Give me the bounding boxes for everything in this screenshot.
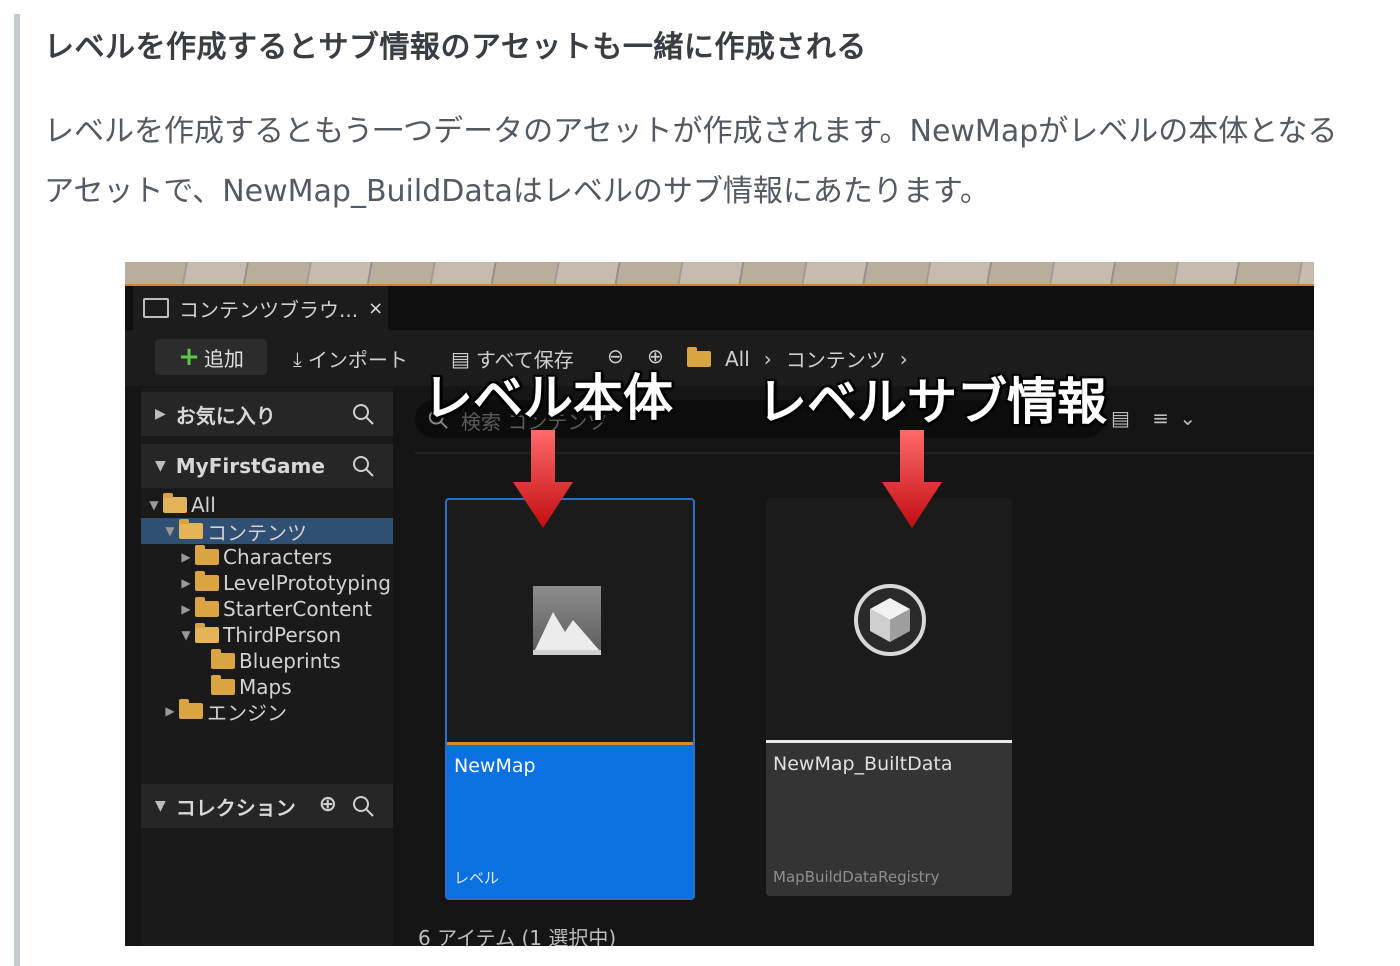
section-heading: レベルを作成するとサブ情報のアセットも一緒に作成される [44, 30, 867, 65]
triangle-right-icon: ▶ [155, 406, 166, 422]
data-asset-icon [854, 584, 926, 656]
tree-label: コンテンツ [207, 520, 307, 545]
level-icon [533, 586, 601, 655]
asset-name: NewMap_BuiltData [773, 753, 953, 775]
chevron-down-icon[interactable]: ⌄ [1179, 406, 1196, 430]
import-label: インポート [307, 348, 408, 372]
blockquote-bar [14, 14, 20, 966]
asset-tile-newmap-builtdata[interactable]: NewMap_BuiltData MapBuildDataRegistry [766, 498, 1012, 896]
folder-icon [195, 597, 219, 617]
tab-content-browser[interactable]: コンテンツブラウ... × [133, 286, 388, 330]
paragraph-line-1: レベルを作成するともう一つデータのアセットが作成されます。NewMapがレベルの… [44, 114, 1338, 149]
tree-label: Blueprints [239, 649, 341, 673]
tab-label: コンテンツブラウ... [179, 297, 359, 322]
viewport-floor [125, 262, 1314, 286]
asset-thumbnail [447, 500, 693, 742]
triangle-down-icon: ▼ [155, 798, 166, 814]
collapse-icon[interactable]: ▶ [179, 550, 193, 564]
collections-label: コレクション [175, 795, 296, 820]
tree-label: All [191, 493, 216, 517]
tree-item-characters[interactable]: ▶ Characters [141, 544, 431, 570]
save-search-icon[interactable]: ▤ [1111, 406, 1130, 430]
tree-item-all[interactable]: ▼ All [141, 492, 399, 518]
tree-item-levelprototyping[interactable]: ▶ LevelPrototyping [141, 570, 431, 596]
content-browser-screenshot: コンテンツブラウ... × + 追加 ⤓ インポート ▤ すべて保存 ⊖ ⊕ A… [125, 262, 1314, 946]
import-button[interactable]: ⤓ インポート [293, 344, 408, 373]
annotation-level-subinfo: レベルサブ情報 [757, 373, 1107, 431]
add-button[interactable]: + 追加 [155, 339, 267, 375]
expand-icon[interactable]: ▼ [179, 628, 193, 642]
folder-icon [195, 571, 219, 591]
search-icon[interactable] [351, 794, 375, 818]
collections-header[interactable]: ▼ コレクション ⊕ [141, 784, 393, 828]
expand-icon[interactable]: ▼ [163, 524, 177, 538]
tree-item-content[interactable]: ▼ コンテンツ [141, 518, 393, 545]
arrow-down-icon [513, 430, 573, 528]
favorites-header[interactable]: ▶ お気に入り [141, 392, 393, 436]
asset-name: NewMap [454, 755, 536, 777]
filter-icon[interactable]: ≡ [1152, 406, 1169, 430]
collapse-icon[interactable]: ▶ [179, 576, 193, 590]
annotation-level-body: レベル本体 [423, 369, 673, 427]
folder-icon [687, 346, 711, 367]
toolbar: + 追加 ⤓ インポート ▤ すべて保存 ⊖ ⊕ All › コンテンツ › [125, 330, 1314, 386]
asset-tile-newmap[interactable]: NewMap レベル [445, 498, 695, 900]
item-count-status: 6 アイテム (1 選択中) [418, 926, 617, 946]
tree-item-maps[interactable]: Maps [141, 674, 461, 700]
favorites-label: お気に入り [175, 403, 276, 428]
tab-bar: コンテンツブラウ... × [125, 286, 1314, 330]
collapse-icon[interactable]: ▶ [163, 704, 177, 718]
search-icon[interactable] [351, 402, 375, 426]
tree-item-blueprints[interactable]: Blueprints [141, 648, 461, 674]
collapse-icon[interactable]: ▶ [179, 602, 193, 616]
tree-label: ThirdPerson [223, 623, 342, 647]
filter-controls: ▤ ≡ ⌄ [1111, 406, 1196, 430]
breadcrumb-all[interactable]: All [725, 347, 750, 371]
tree-label: エンジン [207, 700, 287, 725]
folder-icon [211, 675, 235, 695]
asset-info: NewMap_BuiltData MapBuildDataRegistry [766, 743, 1012, 896]
paragraph-line-2: アセットで、NewMap_BuildDataはレベルのサブ情報にあたります。 [44, 174, 990, 209]
add-circle-icon[interactable]: ⊕ [319, 792, 337, 817]
tree-label: Maps [239, 675, 292, 699]
folder-open-icon [163, 493, 187, 513]
triangle-down-icon: ▼ [155, 458, 166, 474]
tree-label: StarterContent [223, 597, 372, 621]
tree-label: LevelPrototyping [223, 571, 391, 595]
close-icon[interactable]: × [368, 298, 383, 319]
arrow-down-icon [882, 430, 942, 528]
asset-type: MapBuildDataRegistry [773, 868, 940, 886]
import-icon: ⤓ [293, 346, 302, 371]
folder-icon [195, 545, 219, 565]
asset-thumbnail [766, 498, 1012, 740]
folder-open-icon [195, 623, 219, 643]
expand-icon[interactable]: ▼ [147, 498, 161, 512]
tree-label: Characters [223, 545, 333, 569]
folder-open-icon [179, 519, 203, 539]
search-icon[interactable] [351, 454, 375, 478]
content-browser-icon [143, 298, 169, 318]
tree-item-engine[interactable]: ▶ エンジン [141, 698, 415, 725]
tree-item-thirdperson[interactable]: ▼ ThirdPerson [141, 622, 431, 648]
asset-info: NewMap レベル [447, 745, 693, 898]
asset-type: レベル [454, 869, 500, 887]
add-label: 追加 [203, 346, 244, 371]
project-header[interactable]: ▼ MyFirstGame [141, 444, 393, 488]
sources-sidebar: ▶ お気に入り ▼ MyFirstGame ▼ All ▼ コンテンツ ▶ Ch… [141, 388, 393, 946]
tree-item-startercontent[interactable]: ▶ StarterContent [141, 596, 431, 622]
plus-icon: + [178, 342, 200, 372]
project-label: MyFirstGame [175, 454, 325, 478]
folder-icon [179, 699, 203, 719]
folder-icon [211, 649, 235, 669]
